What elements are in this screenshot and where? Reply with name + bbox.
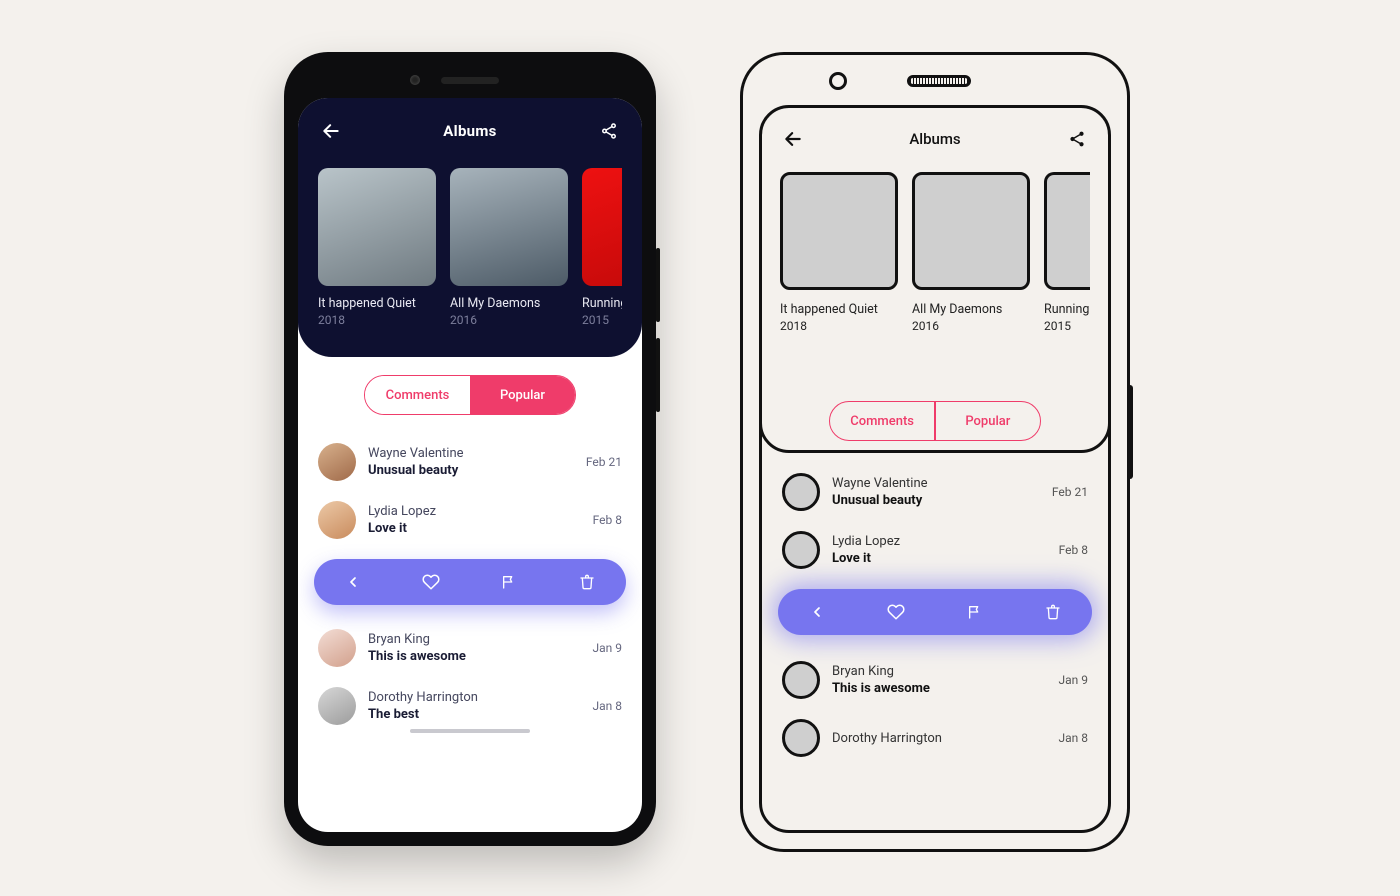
share-icon[interactable] (596, 118, 622, 144)
avatar (318, 629, 356, 667)
album-year: 2016 (912, 319, 1030, 333)
album-card[interactable]: All My Daemons 2016 (912, 172, 1030, 333)
camera-icon (829, 72, 847, 90)
back-icon[interactable] (780, 126, 806, 152)
swipe-actions (778, 589, 1092, 635)
screen: Albums It happened Quiet 2018 (759, 105, 1111, 833)
comment-date: Feb 8 (1059, 543, 1088, 557)
album-title: Running (582, 296, 622, 311)
album-art (780, 172, 898, 290)
action-back-icon[interactable] (809, 604, 825, 620)
comment-author: Bryan King (832, 664, 1059, 679)
avatar (782, 531, 820, 569)
album-art (318, 168, 436, 286)
comment-date: Jan 9 (1059, 673, 1089, 687)
trash-icon[interactable] (573, 568, 601, 596)
albums-hero: Albums It happened Quiet 2018 (762, 108, 1108, 357)
album-card[interactable]: Running 2015 (582, 168, 622, 327)
comment-author: Lydia Lopez (368, 504, 593, 519)
avatar (782, 661, 820, 699)
home-indicator (410, 729, 530, 733)
comment-row[interactable]: Bryan King This is awesome Jan 9 (314, 619, 626, 677)
comment-author: Dorothy Harrington (832, 731, 1059, 746)
avatar (318, 501, 356, 539)
tab-comments[interactable]: Comments (830, 402, 934, 440)
album-title: All My Daemons (912, 302, 1030, 317)
tab-popular[interactable]: Popular (936, 402, 1040, 440)
comment-date: Jan 8 (1059, 731, 1089, 745)
album-card[interactable]: All My Daemons 2016 (450, 168, 568, 327)
page-title: Albums (443, 122, 496, 140)
comment-author: Wayne Valentine (368, 446, 586, 461)
tab-switch: Comments Popular (364, 375, 576, 415)
swipe-actions (314, 559, 626, 605)
comment-row[interactable]: Dorothy Harrington Jan 8 (778, 709, 1092, 767)
albums-carousel[interactable]: It happened Quiet 2018 All My Daemons 20… (318, 168, 622, 327)
album-title: It happened Quiet (780, 302, 898, 317)
album-title: It happened Quiet (318, 296, 436, 311)
share-icon[interactable] (1064, 126, 1090, 152)
avatar (782, 719, 820, 757)
albums-carousel[interactable]: It happened Quiet 2018 All My Daemons 20… (780, 172, 1090, 333)
flag-icon[interactable] (967, 604, 983, 620)
comment-text: This is awesome (832, 681, 1059, 696)
tab-popular[interactable]: Popular (470, 376, 575, 414)
screen: Albums It happened Quiet 2018 All My Dae… (298, 98, 642, 832)
tab-switch: Comments Popular (829, 401, 1041, 441)
back-icon[interactable] (318, 118, 344, 144)
comment-row[interactable]: Bryan King This is awesome Jan 9 (778, 651, 1092, 709)
comment-date: Feb 8 (593, 513, 622, 527)
flag-icon[interactable] (495, 568, 523, 596)
album-art (582, 168, 622, 286)
album-title: Running (1044, 302, 1090, 317)
comment-row[interactable]: Dorothy Harrington The best Jan 8 (314, 677, 626, 735)
comment-author: Wayne Valentine (832, 476, 1052, 491)
album-year: 2016 (450, 313, 568, 327)
comment-text: Unusual beauty (832, 493, 1052, 508)
tab-comments[interactable]: Comments (365, 376, 470, 414)
comment-row[interactable]: Lydia Lopez Love it Feb 8 (778, 521, 1092, 579)
album-year: 2015 (1044, 319, 1090, 333)
comment-text: Love it (832, 551, 1059, 566)
trash-icon[interactable] (1045, 604, 1061, 620)
heart-icon[interactable] (887, 603, 905, 621)
comment-date: Feb 21 (1052, 485, 1088, 499)
action-back-icon[interactable] (339, 568, 367, 596)
comment-author: Bryan King (368, 632, 593, 647)
comment-date: Feb 21 (586, 455, 622, 469)
comment-row[interactable]: Wayne Valentine Unusual beauty Feb 21 (778, 463, 1092, 521)
album-title: All My Daemons (450, 296, 568, 311)
page-title: Albums (909, 130, 960, 148)
album-art (450, 168, 568, 286)
comment-date: Jan 8 (593, 699, 623, 713)
phone-mockup-wireframe: Albums It happened Quiet 2018 (740, 52, 1130, 852)
comment-text: This is awesome (368, 649, 593, 664)
comment-author: Lydia Lopez (832, 534, 1059, 549)
avatar (318, 443, 356, 481)
comment-row[interactable]: Wayne Valentine Unusual beauty Feb 21 (314, 433, 626, 491)
comment-author: Dorothy Harrington (368, 690, 593, 705)
album-card[interactable]: It happened Quiet 2018 (780, 172, 898, 333)
comment-row[interactable]: Lydia Lopez Love it Feb 8 (314, 491, 626, 549)
album-art (912, 172, 1030, 290)
album-year: 2018 (780, 319, 898, 333)
comment-date: Jan 9 (593, 641, 623, 655)
avatar (318, 687, 356, 725)
comment-text: Unusual beauty (368, 463, 586, 478)
heart-icon[interactable] (417, 568, 445, 596)
phone-mockup-color: Albums It happened Quiet 2018 All My Dae… (284, 52, 656, 846)
comment-text: Love it (368, 521, 593, 536)
comment-text: The best (368, 707, 593, 722)
album-year: 2018 (318, 313, 436, 327)
avatar (782, 473, 820, 511)
album-year: 2015 (582, 313, 622, 327)
speaker-icon (907, 75, 971, 87)
album-card[interactable]: It happened Quiet 2018 (318, 168, 436, 327)
album-card[interactable]: Running 2015 (1044, 172, 1090, 333)
album-art (1044, 172, 1090, 290)
albums-hero: Albums It happened Quiet 2018 All My Dae… (298, 98, 642, 357)
